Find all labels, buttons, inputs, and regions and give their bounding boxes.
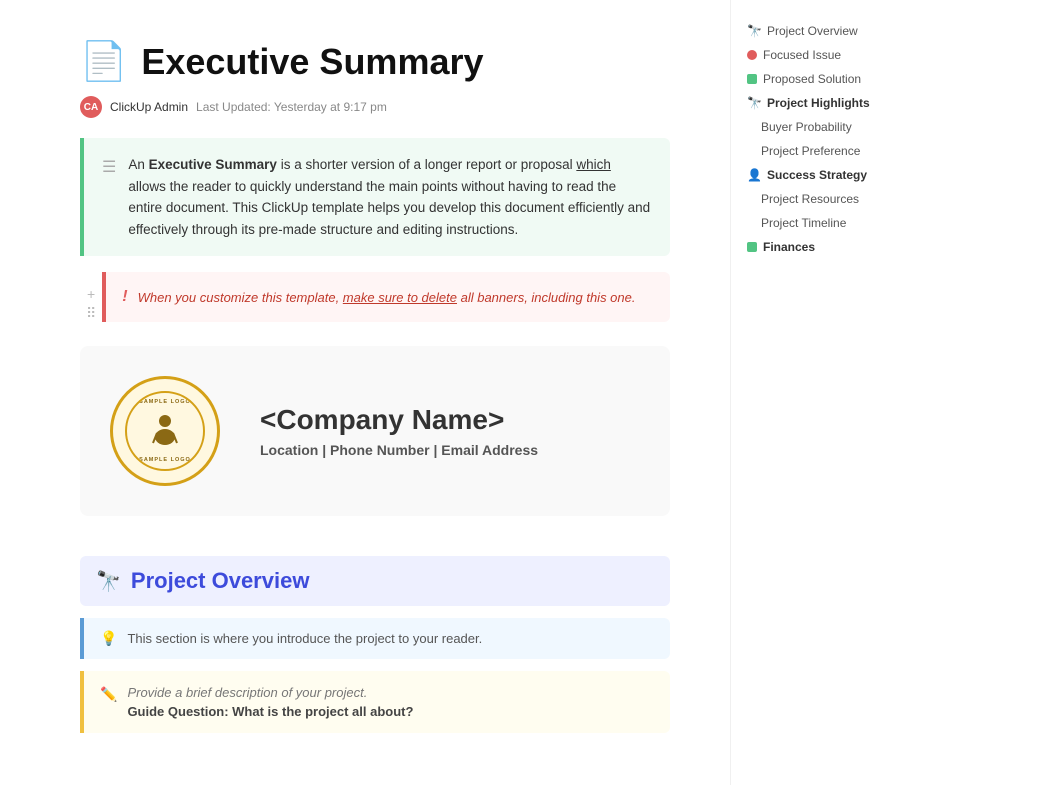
company-card: SAMPLE LOGO SAMPLE LOGO <Company Name> L…	[80, 346, 670, 516]
instruction-content: Provide a brief description of your proj…	[127, 685, 413, 719]
page-title: Executive Summary	[141, 41, 483, 83]
page-title-row: 📄 Executive Summary	[80, 40, 670, 84]
logo-bottom-text: SAMPLE LOGO	[139, 457, 191, 463]
info-banner-text: An Executive Summary is a shorter versio…	[128, 154, 652, 240]
executive-summary-bold: Executive Summary	[149, 157, 277, 172]
warning-banner-wrapper: + ⠿ ! When you customize this template, …	[80, 272, 670, 322]
project-overview-section-header: 🔭 Project Overview	[80, 556, 670, 606]
sidebar-label-finances: Finances	[763, 240, 815, 254]
sidebar-item-success-strategy[interactable]: 👤 Success Strategy	[741, 164, 920, 186]
warning-exclamation: !	[122, 288, 127, 306]
sidebar-label-proposed-solution: Proposed Solution	[763, 72, 861, 86]
page-icon: 📄	[80, 40, 127, 84]
company-info: <Company Name> Location | Phone Number |…	[260, 404, 538, 458]
sidebar-item-project-highlights[interactable]: 🔭 Project Highlights	[741, 92, 920, 114]
sidebar: 🔭 Project Overview Focused Issue Propose…	[730, 0, 930, 785]
which-link[interactable]: which	[576, 157, 611, 172]
project-overview-sidebar-icon: 🔭	[747, 24, 761, 38]
sidebar-item-project-preference[interactable]: Project Preference	[741, 140, 920, 162]
sidebar-label-project-resources: Project Resources	[761, 192, 859, 206]
company-details: Location | Phone Number | Email Address	[260, 442, 538, 458]
drag-icon[interactable]: ⠿	[86, 305, 96, 322]
sidebar-item-proposed-solution[interactable]: Proposed Solution	[741, 68, 920, 90]
logo-figure-svg	[145, 411, 185, 451]
sidebar-label-project-timeline: Project Timeline	[761, 216, 846, 230]
info-banner: ☰ An Executive Summary is a shorter vers…	[80, 138, 670, 256]
company-logo: SAMPLE LOGO SAMPLE LOGO	[110, 376, 220, 486]
proposed-solution-square	[747, 74, 757, 84]
hint-icon: 💡	[100, 630, 117, 647]
sidebar-item-project-timeline[interactable]: Project Timeline	[741, 212, 920, 234]
logo-top-text: SAMPLE LOGO	[139, 399, 191, 405]
instruction-guide: Guide Question: What is the project all …	[127, 704, 413, 719]
project-highlights-icon: 🔭	[747, 96, 761, 110]
plus-icon[interactable]: +	[87, 286, 95, 302]
main-content: 📄 Executive Summary CA ClickUp Admin Las…	[0, 0, 730, 785]
sidebar-label-project-overview: Project Overview	[767, 24, 858, 38]
sidebar-item-project-resources[interactable]: Project Resources	[741, 188, 920, 210]
warning-banner: ! When you customize this template, make…	[102, 272, 670, 322]
success-strategy-icon: 👤	[747, 168, 761, 182]
logo-inner: SAMPLE LOGO SAMPLE LOGO	[125, 391, 205, 471]
author-name: ClickUp Admin	[110, 100, 188, 114]
hint-box: 💡 This section is where you introduce th…	[80, 618, 670, 659]
sidebar-item-focused-issue[interactable]: Focused Issue	[741, 44, 920, 66]
instruction-icon: ✏️	[100, 686, 117, 719]
last-updated: Last Updated: Yesterday at 9:17 pm	[196, 100, 387, 114]
instruction-box: ✏️ Provide a brief description of your p…	[80, 671, 670, 733]
sidebar-item-project-overview[interactable]: 🔭 Project Overview	[741, 20, 920, 42]
sidebar-label-project-preference: Project Preference	[761, 144, 860, 158]
sidebar-item-finances[interactable]: Finances	[741, 236, 920, 258]
sidebar-item-buyer-probability[interactable]: Buyer Probability	[741, 116, 920, 138]
hint-text: This section is where you introduce the …	[127, 631, 482, 646]
sidebar-label-buyer-probability: Buyer Probability	[761, 120, 852, 134]
project-overview-title: Project Overview	[131, 568, 310, 594]
project-overview-icon: 🔭	[96, 569, 121, 594]
meta-row: CA ClickUp Admin Last Updated: Yesterday…	[80, 96, 670, 118]
info-icon: ☰	[102, 155, 116, 240]
finances-square	[747, 242, 757, 252]
avatar: CA	[80, 96, 102, 118]
company-name: <Company Name>	[260, 404, 538, 436]
warning-text: When you customize this template, make s…	[138, 290, 636, 305]
drag-handle-area: + ⠿	[80, 272, 102, 322]
sidebar-label-focused-issue: Focused Issue	[763, 48, 841, 62]
sidebar-label-success-strategy: Success Strategy	[767, 168, 867, 182]
delete-link[interactable]: make sure to delete	[343, 290, 457, 305]
focused-issue-dot	[747, 50, 757, 60]
sidebar-label-project-highlights: Project Highlights	[767, 96, 870, 110]
instruction-italic: Provide a brief description of your proj…	[127, 685, 413, 700]
